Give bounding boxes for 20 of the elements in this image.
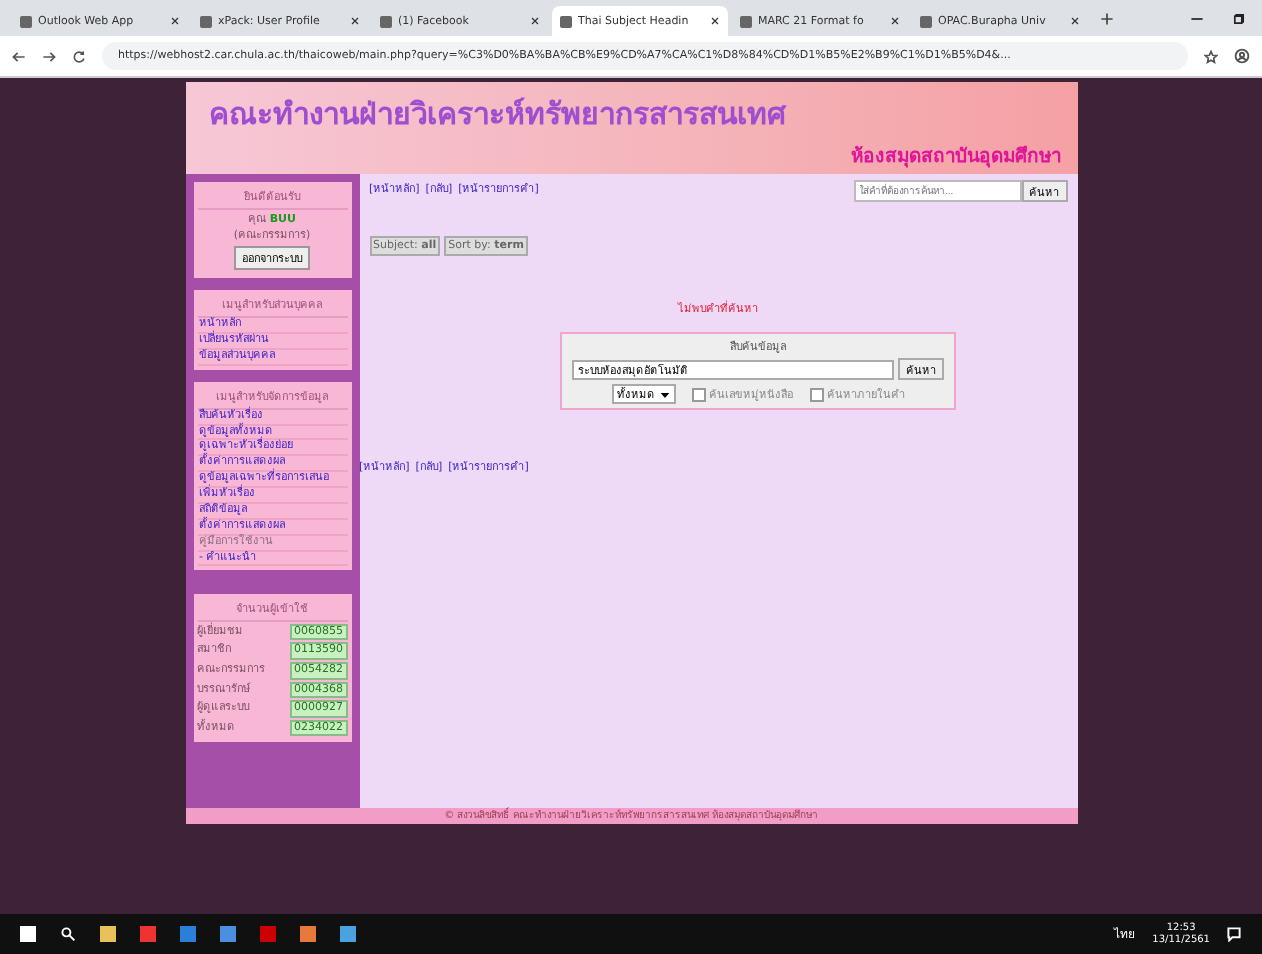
back-icon[interactable] (12, 49, 26, 63)
notification-icon[interactable] (1226, 926, 1242, 942)
restore-icon[interactable] (1232, 11, 1246, 25)
caret-icon (659, 389, 669, 399)
star-icon[interactable] (1204, 49, 1218, 63)
close-icon[interactable] (890, 16, 900, 26)
new-tab-icon[interactable] (1100, 11, 1114, 25)
checkbox[interactable] (691, 387, 705, 401)
checkbox[interactable] (809, 387, 823, 401)
close-icon[interactable] (170, 16, 180, 26)
profile-icon[interactable] (1234, 48, 1250, 64)
close-icon[interactable] (530, 16, 540, 26)
forward-icon[interactable] (42, 49, 56, 63)
reload-icon[interactable] (72, 49, 86, 63)
close-icon[interactable] (1070, 16, 1080, 26)
close-icon[interactable] (350, 16, 360, 26)
search-icon[interactable] (60, 926, 76, 942)
site-title: คณะทำงานฝ่ายวิเคราะห์ทรัพยากรสารสนเทศ (209, 94, 789, 136)
site-subtitle: ห้องสมุดสถาบันอุดมศึกษา (851, 143, 1061, 170)
close-icon[interactable] (710, 16, 720, 26)
